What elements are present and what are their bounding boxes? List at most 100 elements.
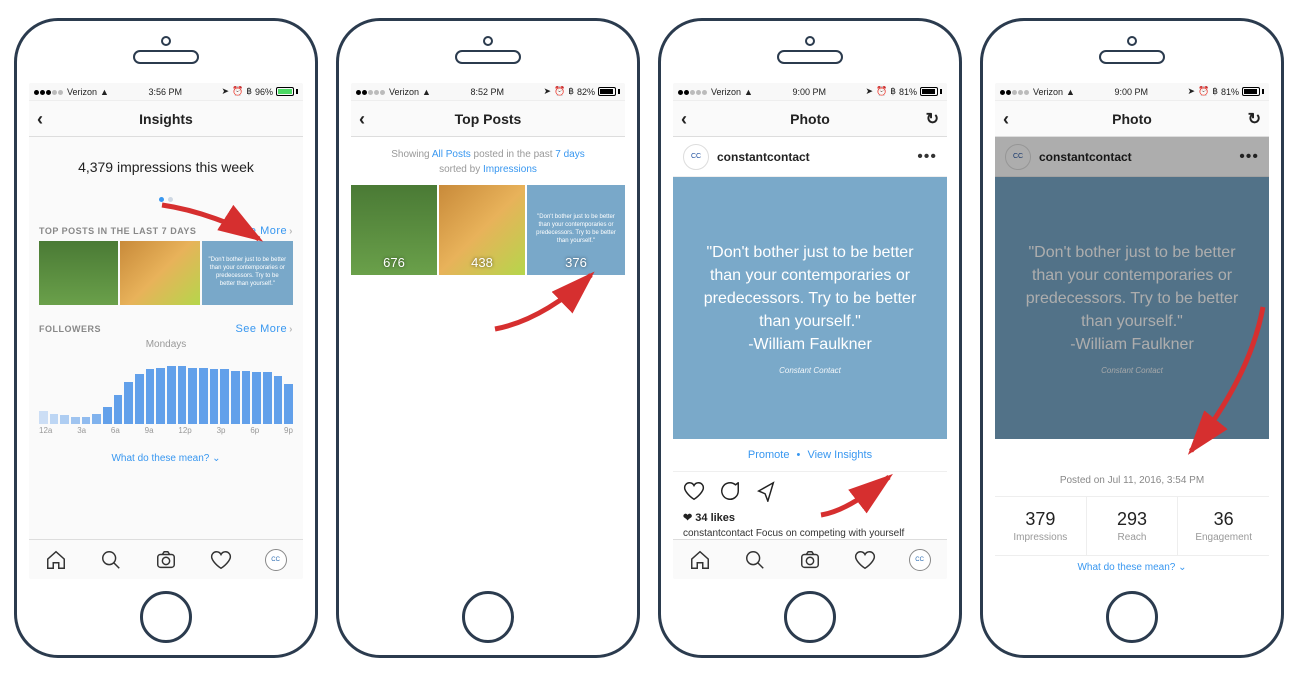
like-icon[interactable] bbox=[683, 480, 705, 507]
chart-day-label: Mondays bbox=[39, 339, 293, 352]
heart-icon[interactable] bbox=[854, 549, 876, 571]
speaker-slot bbox=[1099, 50, 1165, 64]
view-insights-link[interactable]: View Insights bbox=[807, 449, 872, 461]
status-bar: Verizon ▲ 9:00 PM ➤ ⏰ ฿ 81% bbox=[673, 83, 947, 101]
page-title: Photo bbox=[790, 111, 830, 127]
home-button[interactable] bbox=[140, 591, 192, 643]
post-thumb-2[interactable]: 438 bbox=[439, 185, 525, 275]
bluetooth-icon: ฿ bbox=[890, 86, 896, 97]
clock: 3:56 PM bbox=[148, 87, 182, 97]
clock: 9:00 PM bbox=[1114, 87, 1148, 97]
home-button[interactable] bbox=[462, 591, 514, 643]
screen: Verizon ▲ 9:00 PM ➤ ⏰ ฿ 81% ‹ Photo ↻ CC… bbox=[673, 83, 947, 579]
section-label: FOLLOWERS bbox=[39, 324, 101, 334]
nav-header: ‹ Photo ↻ bbox=[995, 101, 1269, 137]
battery-pct: 81% bbox=[899, 87, 917, 97]
thumb-post-3[interactable]: "Don't bother just to be better than you… bbox=[202, 241, 293, 305]
home-button[interactable] bbox=[1106, 591, 1158, 643]
signal-dots bbox=[678, 87, 708, 97]
bluetooth-icon: ฿ bbox=[568, 86, 574, 97]
nav-header: ‹ Photo ↻ bbox=[673, 101, 947, 137]
chevron-down-icon: ⌄ bbox=[212, 453, 220, 464]
carrier-label: Verizon bbox=[711, 87, 741, 97]
profile-avatar[interactable]: CC bbox=[909, 549, 931, 571]
phone-frame-2: Verizon ▲ 8:52 PM ➤ ⏰ ฿ 82% ‹ Top Posts … bbox=[336, 18, 640, 658]
status-bar: Verizon ▲ 9:00 PM ➤ ⏰ ฿ 81% bbox=[995, 83, 1269, 101]
see-more-link[interactable]: See More› bbox=[235, 323, 293, 335]
phone-top bbox=[17, 21, 315, 79]
phone-frame-1: Verizon ▲ 3:56 PM ➤ ⏰ ฿ 96% ‹ Insights 4… bbox=[14, 18, 318, 658]
sensor-dot bbox=[805, 36, 815, 46]
post-actions bbox=[673, 472, 947, 511]
home-icon[interactable] bbox=[689, 549, 711, 571]
filter-sort-impressions[interactable]: Impressions bbox=[483, 164, 537, 175]
see-more-link[interactable]: See More› bbox=[235, 225, 293, 237]
refresh-icon[interactable]: ↻ bbox=[926, 109, 939, 129]
page-title: Top Posts bbox=[455, 111, 522, 127]
location-icon: ➤ bbox=[865, 86, 873, 97]
speaker-slot bbox=[777, 50, 843, 64]
what-do-these-mean-link[interactable]: What do these mean? ⌄ bbox=[995, 556, 1269, 579]
page-title: Photo bbox=[1112, 111, 1152, 127]
phone-frame-3: Verizon ▲ 9:00 PM ➤ ⏰ ฿ 81% ‹ Photo ↻ CC… bbox=[658, 18, 962, 658]
alarm-icon: ⏰ bbox=[876, 86, 887, 97]
promote-insights-row: Promote • View Insights bbox=[673, 439, 947, 472]
profile-avatar[interactable]: CC bbox=[265, 549, 287, 571]
wifi-icon: ▲ bbox=[744, 87, 753, 97]
post-thumb-1[interactable]: 676 bbox=[351, 185, 437, 275]
likes-count[interactable]: ❤ 34 likes bbox=[673, 511, 947, 528]
carrier-label: Verizon bbox=[67, 87, 97, 97]
dim-overlay[interactable] bbox=[995, 137, 1269, 439]
wifi-icon: ▲ bbox=[422, 87, 431, 97]
camera-icon[interactable] bbox=[155, 549, 177, 571]
what-do-these-mean-link[interactable]: What do these mean? ⌄ bbox=[29, 447, 303, 470]
camera-icon[interactable] bbox=[799, 549, 821, 571]
home-icon[interactable] bbox=[45, 549, 67, 571]
promote-link[interactable]: Promote bbox=[748, 449, 790, 461]
carrier-label: Verizon bbox=[389, 87, 419, 97]
refresh-icon[interactable]: ↻ bbox=[1248, 109, 1261, 129]
alarm-icon: ⏰ bbox=[554, 86, 565, 97]
alarm-icon: ⏰ bbox=[232, 86, 243, 97]
signal-dots bbox=[356, 87, 386, 97]
page-dots[interactable] bbox=[29, 189, 303, 217]
posted-on-label: Posted on Jul 11, 2016, 3:54 PM bbox=[995, 465, 1269, 497]
back-icon[interactable]: ‹ bbox=[681, 110, 687, 128]
signal-dots bbox=[34, 87, 64, 97]
heart-icon[interactable] bbox=[210, 549, 232, 571]
stat-impressions: 379 Impressions bbox=[995, 497, 1086, 555]
screen: Verizon ▲ 8:52 PM ➤ ⏰ ฿ 82% ‹ Top Posts … bbox=[351, 83, 625, 579]
filter-7-days[interactable]: 7 days bbox=[555, 149, 584, 160]
more-options-icon[interactable]: ••• bbox=[917, 148, 937, 166]
thumb-post-2[interactable] bbox=[120, 241, 199, 305]
stat-engagement: 36 Engagement bbox=[1178, 497, 1269, 555]
author-username[interactable]: constantcontact bbox=[717, 150, 909, 164]
search-icon[interactable] bbox=[744, 549, 766, 571]
screen: Verizon ▲ 9:00 PM ➤ ⏰ ฿ 81% ‹ Photo ↻ CC… bbox=[995, 83, 1269, 579]
battery-pct: 81% bbox=[1221, 87, 1239, 97]
chevron-down-icon: ⌄ bbox=[1178, 562, 1186, 573]
back-icon[interactable]: ‹ bbox=[1003, 110, 1009, 128]
tab-bar: CC bbox=[673, 539, 947, 579]
post-image-quote[interactable]: "Don't bother just to be better than you… bbox=[673, 177, 947, 439]
comment-icon[interactable] bbox=[719, 480, 741, 507]
battery-pct: 96% bbox=[255, 87, 273, 97]
back-icon[interactable]: ‹ bbox=[359, 110, 365, 128]
wifi-icon: ▲ bbox=[100, 87, 109, 97]
author-avatar[interactable]: CC bbox=[683, 144, 709, 170]
back-icon[interactable]: ‹ bbox=[37, 110, 43, 128]
thumb-post-1[interactable] bbox=[39, 241, 118, 305]
wifi-icon: ▲ bbox=[1066, 87, 1075, 97]
battery-icon bbox=[920, 87, 942, 96]
author-row: CC constantcontact ••• bbox=[673, 137, 947, 177]
filter-all-posts[interactable]: All Posts bbox=[432, 149, 471, 160]
battery-icon bbox=[276, 87, 298, 96]
search-icon[interactable] bbox=[100, 549, 122, 571]
photo-content-dimmed: CC constantcontact ••• "Don't bother jus… bbox=[995, 137, 1269, 579]
phone-top bbox=[339, 21, 637, 79]
share-icon[interactable] bbox=[755, 480, 777, 507]
post-thumb-3[interactable]: "Don't bother just to be better than you… bbox=[527, 185, 625, 275]
home-button[interactable] bbox=[784, 591, 836, 643]
bluetooth-icon: ฿ bbox=[246, 86, 252, 97]
battery-icon bbox=[598, 87, 620, 96]
